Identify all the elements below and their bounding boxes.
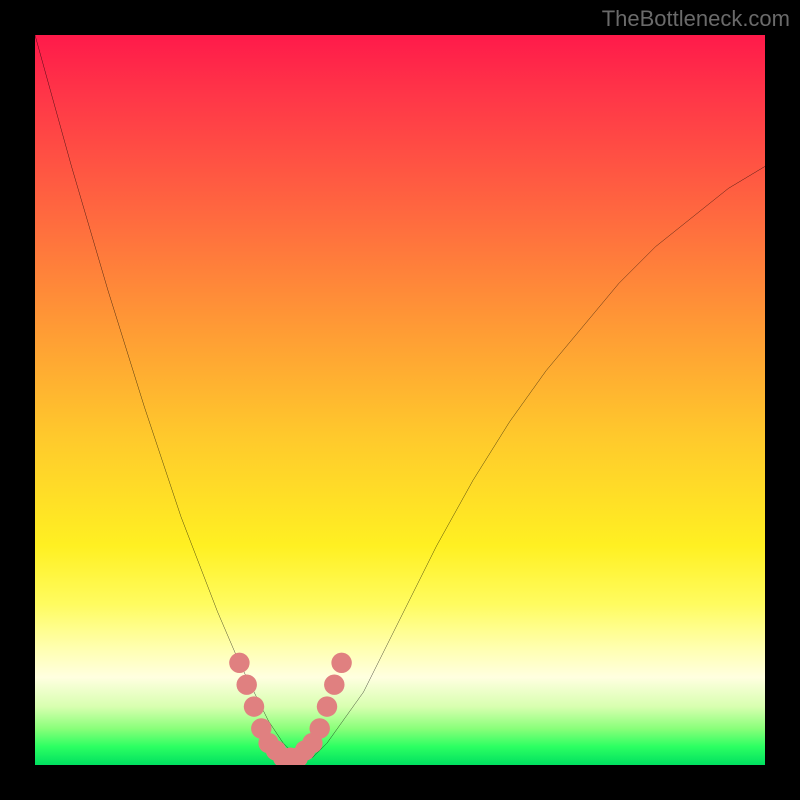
- marker-dot: [244, 696, 264, 716]
- marker-dot: [324, 674, 344, 694]
- marker-dot: [236, 674, 256, 694]
- bottleneck-curve: [35, 35, 765, 758]
- marker-dot: [229, 653, 249, 673]
- marker-dot: [331, 653, 351, 673]
- plot-area: [35, 35, 765, 765]
- marker-dot: [309, 718, 329, 738]
- watermark-text: TheBottleneck.com: [602, 6, 790, 32]
- curve-markers: [229, 653, 352, 765]
- chart-svg: [35, 35, 765, 765]
- marker-dot: [317, 696, 337, 716]
